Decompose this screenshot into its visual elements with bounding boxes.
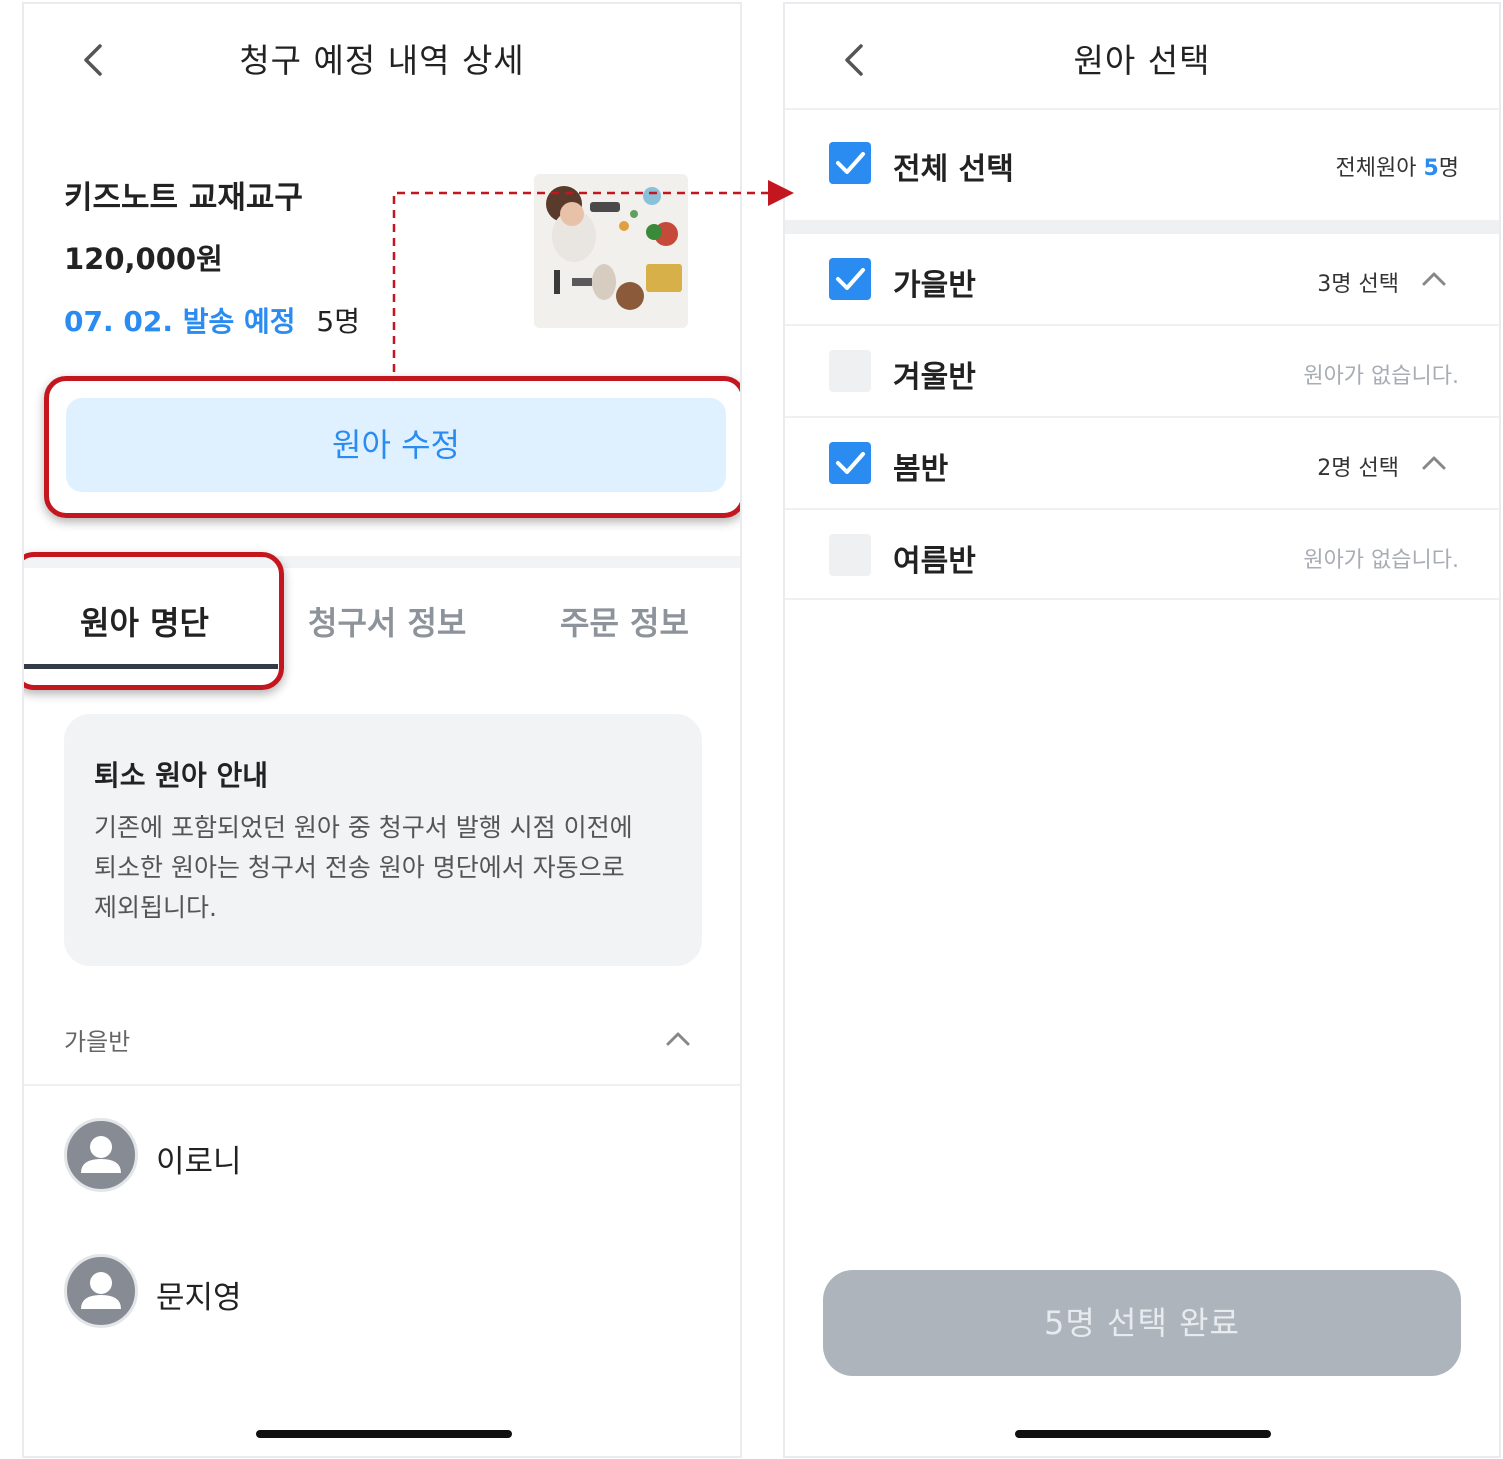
person-avatar-icon xyxy=(64,1254,138,1328)
product-name: 키즈노트 교재교구 xyxy=(64,180,303,216)
edit-children-button[interactable]: 원아 수정 xyxy=(66,398,726,492)
total-count-number: 5 xyxy=(1423,156,1439,181)
product-price: 120,000원 xyxy=(64,242,223,276)
chevron-up-icon[interactable] xyxy=(1421,450,1447,476)
child-name: 문지영 xyxy=(156,1280,242,1316)
notice-body: 기존에 포함되었던 원아 중 청구서 발행 시점 이전에 퇴소한 원아는 청구서… xyxy=(94,813,633,922)
child-name: 이로니 xyxy=(156,1144,242,1180)
shipping-info: 07. 02. 발송 예정 5명 xyxy=(64,300,360,340)
class-status: 원아가 없습니다. xyxy=(1303,548,1459,573)
section-divider xyxy=(785,220,1499,234)
class-checkbox[interactable] xyxy=(829,534,871,576)
active-tab-indicator xyxy=(24,664,278,669)
checkmark-icon xyxy=(836,452,865,474)
class-status: 원아가 없습니다. xyxy=(1303,364,1459,389)
divider xyxy=(24,1084,740,1086)
chevron-up-icon[interactable] xyxy=(664,1024,692,1052)
tab-bar: 원아 명단 청구서 정보 주문 정보 xyxy=(24,570,740,670)
class-checkbox[interactable] xyxy=(829,442,871,484)
complete-selection-button[interactable]: 5명 선택 완료 xyxy=(823,1270,1461,1376)
class-row-summer[interactable]: 여름반 원아가 없습니다. xyxy=(785,510,1499,600)
select-all-checkbox[interactable] xyxy=(829,142,871,184)
ship-date: 07. 02. 발송 예정 xyxy=(64,305,296,338)
class-label: 봄반 xyxy=(893,452,949,487)
class-status: 3명 선택 xyxy=(1317,272,1399,297)
class-row-spring[interactable]: 봄반 2명 선택 xyxy=(785,418,1499,508)
bill-detail-screen: 청구 예정 내역 상세 키즈노트 교재교구 120,000원 07. 02. 발… xyxy=(22,2,742,1458)
class-label: 여름반 xyxy=(893,544,976,579)
tab-child-list[interactable]: 원아 명단 xyxy=(80,598,209,644)
chevron-up-icon[interactable] xyxy=(1421,266,1447,292)
person-avatar-icon xyxy=(64,1118,138,1192)
divider xyxy=(785,598,1499,600)
class-label: 가을반 xyxy=(893,268,976,303)
tab-bill-info[interactable]: 청구서 정보 xyxy=(308,598,466,644)
total-count: 전체원아 5명 xyxy=(1335,156,1459,181)
home-indicator xyxy=(256,1430,512,1438)
product-thumbnail xyxy=(534,174,688,328)
select-all-row[interactable]: 전체 선택 전체원아 5명 xyxy=(785,118,1499,208)
class-label: 겨울반 xyxy=(893,360,976,395)
child-count: 5명 xyxy=(316,305,360,338)
class-row-winter[interactable]: 겨울반 원아가 없습니다. xyxy=(785,326,1499,416)
checkmark-icon xyxy=(836,152,865,174)
withdrawal-notice: 퇴소 원아 안내 기존에 포함되었던 원아 중 청구서 발행 시점 이전에 퇴소… xyxy=(64,714,702,966)
page-title: 청구 예정 내역 상세 xyxy=(239,41,525,80)
home-indicator xyxy=(1015,1430,1271,1438)
class-status: 2명 선택 xyxy=(1317,456,1399,481)
page-title: 원아 선택 xyxy=(1073,41,1211,80)
class-checkbox[interactable] xyxy=(829,350,871,392)
tab-order-info[interactable]: 주문 정보 xyxy=(560,598,689,644)
class-checkbox[interactable] xyxy=(829,258,871,300)
notice-title: 퇴소 원아 안내 xyxy=(94,759,269,792)
child-select-screen: 원아 선택 전체 선택 전체원아 5명 가을반 3명 선택 겨울반 원아가 없습… xyxy=(783,2,1501,1458)
class-row-autumn[interactable]: 가을반 3명 선택 xyxy=(785,234,1499,324)
checkmark-icon xyxy=(836,268,865,290)
divider xyxy=(785,108,1499,110)
class-section-title: 가을반 xyxy=(64,1028,131,1056)
select-all-label: 전체 선택 xyxy=(893,152,1014,187)
section-divider xyxy=(24,556,740,568)
